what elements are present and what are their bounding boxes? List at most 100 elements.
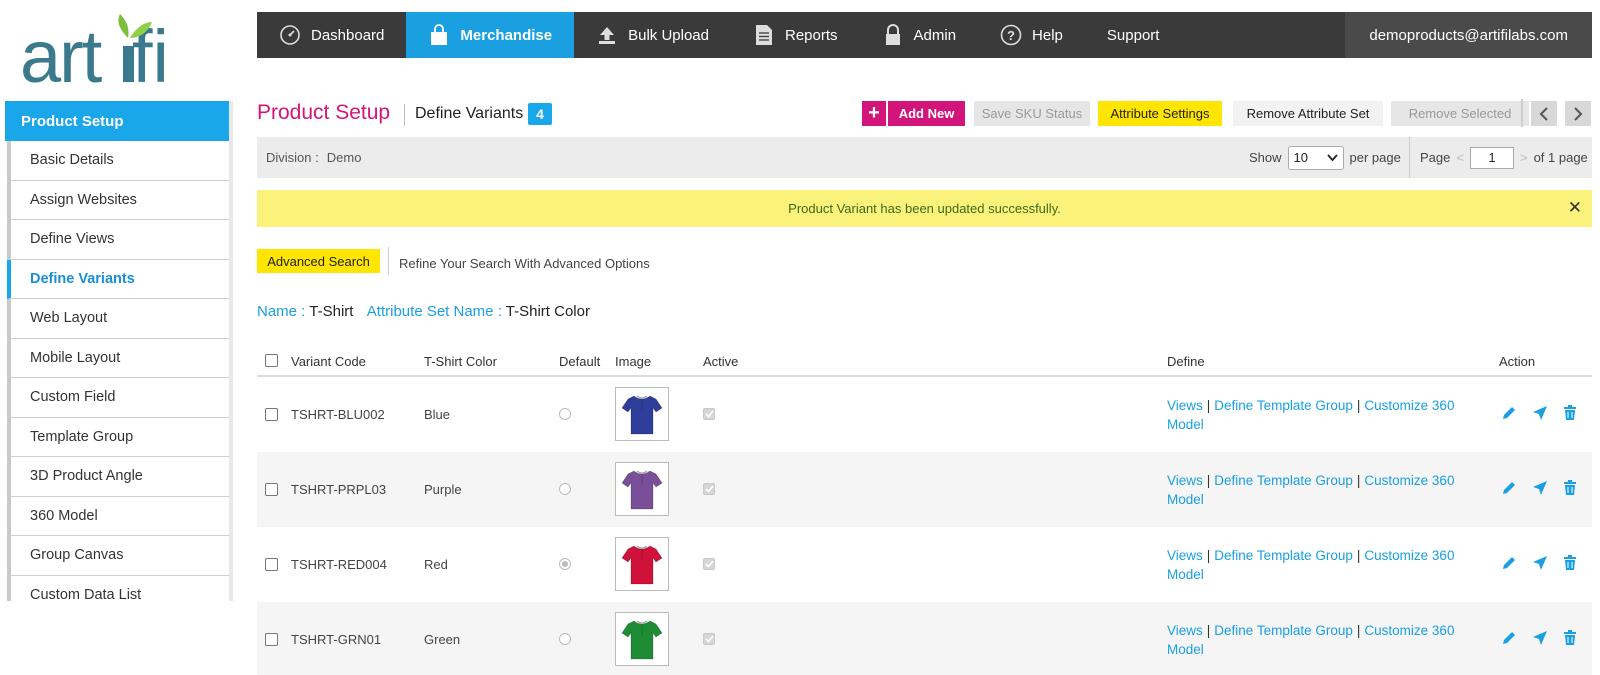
sidebar-item-group-canvas[interactable]: Group Canvas: [7, 536, 229, 576]
active-checkbox: [703, 558, 715, 570]
default-radio[interactable]: [559, 633, 571, 645]
check-icon: [704, 635, 714, 643]
nav-dashboard[interactable]: Dashboard: [257, 12, 406, 58]
row-checkbox[interactable]: [265, 483, 278, 496]
variant-image[interactable]: [615, 612, 669, 666]
define-template-group-link[interactable]: Define Template Group: [1214, 548, 1353, 563]
nav-admin[interactable]: Admin: [860, 12, 979, 58]
sidebar-item-web-layout[interactable]: Web Layout: [7, 299, 229, 339]
sidebar-item-template-group[interactable]: Template Group: [7, 417, 229, 457]
per-page-select[interactable]: 10: [1287, 145, 1344, 170]
division-bar: Division : Demo Show 10 per page Page < …: [257, 137, 1592, 178]
send-icon[interactable]: [1532, 480, 1548, 496]
user-email[interactable]: demoproducts@artifilabs.com: [1345, 12, 1592, 58]
variant-image[interactable]: [615, 537, 669, 591]
views-link[interactable]: Views: [1167, 398, 1203, 413]
edit-icon[interactable]: [1501, 630, 1517, 646]
page-number-input[interactable]: 1: [1469, 146, 1514, 169]
views-link[interactable]: Views: [1167, 623, 1203, 638]
nav-reports-label: Reports: [784, 26, 838, 44]
default-radio[interactable]: [559, 483, 571, 495]
nav-help[interactable]: ? Help: [978, 12, 1085, 58]
define-template-group-link[interactable]: Define Template Group: [1214, 623, 1353, 638]
row-checkbox[interactable]: [265, 633, 278, 646]
trash-icon[interactable]: [1563, 405, 1579, 421]
nav-support-label: Support: [1106, 26, 1160, 44]
add-new-button[interactable]: Add New: [888, 101, 965, 126]
variant-image[interactable]: [615, 387, 669, 441]
check-icon: [704, 560, 714, 568]
success-alert: Product Variant has been updated success…: [257, 190, 1592, 227]
row-checkbox[interactable]: [265, 408, 278, 421]
toolbar-divider: [1521, 99, 1523, 127]
top-navigation: Dashboard Merchandise Bulk Upload Report…: [257, 12, 1592, 58]
advanced-search-divider: [388, 247, 389, 275]
row-checkbox[interactable]: [265, 558, 278, 571]
tshirt-icon: [621, 470, 663, 510]
send-icon[interactable]: [1532, 405, 1548, 421]
save-sku-status-button[interactable]: Save SKU Status: [974, 101, 1090, 126]
upload-icon: [596, 24, 618, 46]
sidebar-item-mobile-layout[interactable]: Mobile Layout: [7, 338, 229, 378]
check-icon: [704, 410, 714, 418]
define-links: Views | Define Template Group | Customize 36…: [1167, 473, 1455, 507]
sidebar-item-custom-field[interactable]: Custom Field: [7, 378, 229, 418]
trash-icon[interactable]: [1563, 630, 1579, 646]
table-row: TSHRT-PRPL03 Purple Views | Define Templat…: [257, 452, 1592, 527]
sidebar-item-basic-details[interactable]: Basic Details: [7, 141, 229, 181]
variant-color: Red: [424, 557, 448, 572]
product-info-line: Name : T-Shirt Attribute Set Name : T-Sh…: [257, 303, 600, 320]
views-link[interactable]: Views: [1167, 473, 1203, 488]
sidebar-item-define-views[interactable]: Define Views: [7, 220, 229, 260]
send-icon[interactable]: [1532, 555, 1548, 571]
variant-image[interactable]: [615, 462, 669, 516]
add-new-plus-button[interactable]: +: [862, 101, 886, 126]
define-template-group-link[interactable]: Define Template Group: [1214, 398, 1353, 413]
variant-code: TSHRT-RED004: [291, 557, 387, 572]
page-next-icon[interactable]: >: [1520, 150, 1528, 165]
table-row: TSHRT-GRN01 Green Views | Define Template …: [257, 602, 1592, 675]
select-all-checkbox[interactable]: [265, 354, 278, 367]
chevron-down-icon: [1326, 153, 1338, 161]
page-prev-icon[interactable]: <: [1456, 150, 1464, 165]
sidebar-item-custom-data-list[interactable]: Custom Data List: [7, 575, 229, 601]
header-action: Action: [1499, 354, 1536, 369]
variant-code: TSHRT-GRN01: [291, 632, 382, 647]
variant-count-badge: 4: [528, 103, 552, 125]
attribute-settings-button[interactable]: Attribute Settings: [1098, 101, 1222, 126]
edit-icon[interactable]: [1501, 555, 1517, 571]
per-page-label: per page: [1349, 150, 1401, 165]
active-checkbox: [703, 483, 715, 495]
trash-icon[interactable]: [1563, 480, 1579, 496]
edit-icon[interactable]: [1501, 480, 1517, 496]
views-link[interactable]: Views: [1167, 548, 1203, 563]
next-button[interactable]: [1565, 101, 1591, 126]
send-icon[interactable]: [1532, 630, 1548, 646]
nav-reports[interactable]: Reports: [731, 12, 860, 58]
default-radio[interactable]: [559, 408, 571, 420]
nav-bulk-upload[interactable]: Bulk Upload: [574, 12, 731, 58]
trash-icon[interactable]: [1563, 555, 1579, 571]
nav-merchandise[interactable]: Merchandise: [406, 12, 575, 58]
artifi-logo[interactable]: art fi: [20, 8, 220, 98]
sidebar-item-360-model[interactable]: 360 Model: [7, 496, 229, 536]
variant-code: TSHRT-BLU002: [291, 407, 385, 422]
remove-attribute-set-button[interactable]: Remove Attribute Set: [1233, 101, 1383, 126]
define-template-group-link[interactable]: Define Template Group: [1214, 473, 1353, 488]
close-icon[interactable]: ✕: [1568, 198, 1582, 218]
nav-help-label: Help: [1032, 26, 1063, 44]
default-radio[interactable]: [559, 558, 571, 570]
header-color: T-Shirt Color: [424, 354, 497, 369]
svg-text:?: ?: [1007, 28, 1015, 43]
tshirt-icon: [621, 545, 663, 585]
sidebar-item-define-variants[interactable]: Define Variants: [7, 259, 229, 299]
table-row: TSHRT-RED004 Red Views | Define Template G…: [257, 527, 1592, 602]
nav-admin-label: Admin: [913, 26, 957, 44]
remove-selected-button[interactable]: Remove Selected: [1391, 101, 1529, 126]
edit-icon[interactable]: [1501, 405, 1517, 421]
advanced-search-button[interactable]: Advanced Search: [257, 249, 380, 273]
previous-button[interactable]: [1531, 101, 1557, 126]
sidebar-item-3d-product-angle[interactable]: 3D Product Angle: [7, 457, 229, 497]
nav-support[interactable]: Support: [1085, 12, 1182, 58]
sidebar-item-assign-websites[interactable]: Assign Websites: [7, 180, 229, 220]
